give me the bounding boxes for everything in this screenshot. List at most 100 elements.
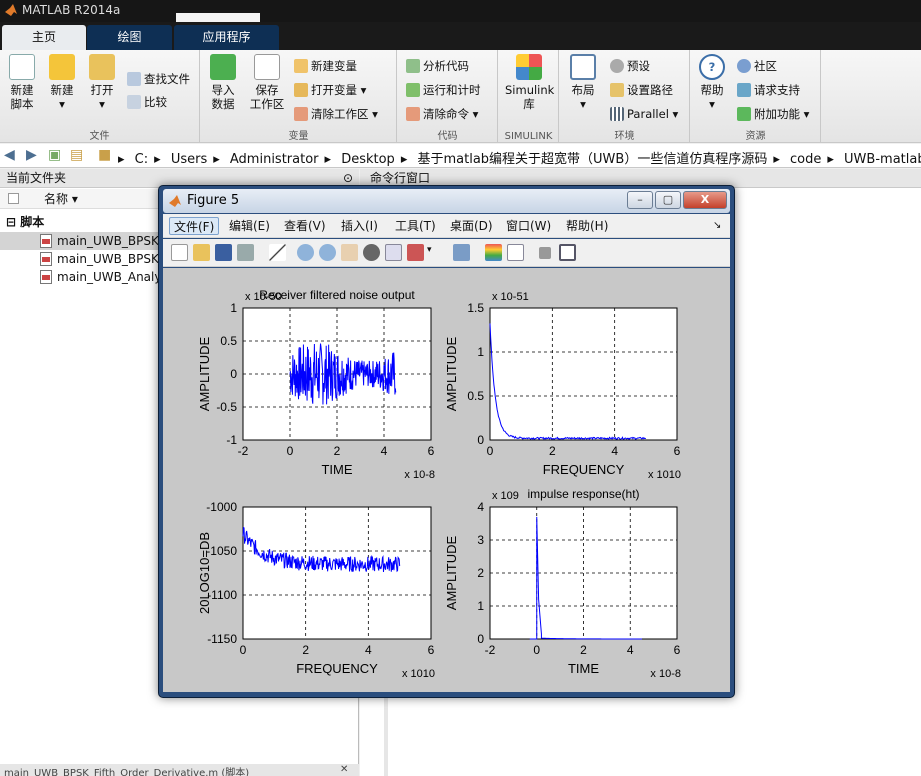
new-figure-icon[interactable] bbox=[171, 244, 188, 261]
addons-button[interactable]: 附加功能 ▾ bbox=[737, 105, 809, 123]
plot-4-ytick-label: 4 bbox=[477, 500, 484, 514]
menu-file[interactable]: 文件(F) bbox=[169, 217, 220, 235]
file-name: main_UWB_BPSK_ bbox=[57, 234, 165, 248]
close-button[interactable]: X bbox=[683, 191, 727, 209]
figure-canvas[interactable]: -2 0 2 4 6 1 0.5 0 -0.5 -1 TIME AMPLITUDE Receiver f… bbox=[163, 268, 730, 692]
menu-insert[interactable]: 插入(I) bbox=[337, 217, 382, 235]
plot-4-xtick-label: 0 bbox=[533, 643, 540, 657]
figure-window[interactable]: Figure 5 – ▢ X 文件(F) 编辑(E) 查看(V) 插入(I) 工… bbox=[158, 185, 735, 698]
community-button[interactable]: 社区 bbox=[737, 57, 777, 75]
parallel-button[interactable]: Parallel ▾ bbox=[610, 105, 678, 123]
file-name: main_UWB_BPSK_ bbox=[57, 252, 165, 266]
group-label-environment: 环境 bbox=[614, 131, 635, 142]
minimize-button[interactable]: – bbox=[627, 191, 653, 209]
help-button[interactable]: ? 帮助 ▾ bbox=[697, 54, 727, 111]
ribbon: 新建 脚本 新建 ▾ 打开 ▾ 查找文件 比较 文件 导入 数据 保存 工作区 新建… bbox=[0, 50, 921, 143]
link-plot-icon[interactable] bbox=[453, 244, 470, 261]
pointer-icon[interactable] bbox=[269, 244, 286, 261]
run-time-label: 运行和计时 bbox=[423, 83, 481, 97]
layout-button[interactable]: 布局 ▾ bbox=[566, 54, 600, 111]
print-icon[interactable] bbox=[237, 244, 254, 261]
dock-arrow-icon[interactable]: ↘ bbox=[709, 217, 725, 235]
save-icon[interactable] bbox=[215, 244, 232, 261]
find-files-icon bbox=[127, 72, 141, 86]
compare-button[interactable]: 比较 bbox=[127, 93, 167, 111]
clear-commands-button[interactable]: 清除命令 ▾ bbox=[406, 105, 478, 123]
menu-help[interactable]: 帮助(H) bbox=[562, 217, 612, 235]
run-time-button[interactable]: 运行和计时 bbox=[406, 81, 481, 99]
open-file-icon[interactable] bbox=[193, 244, 210, 261]
analyze-code-icon bbox=[406, 59, 420, 73]
clear-workspace-button[interactable]: 清除工作区 ▾ bbox=[294, 105, 378, 123]
back-arrow-icon[interactable]: ◀ bbox=[4, 147, 15, 163]
new-script-button[interactable]: 新建 脚本 bbox=[6, 54, 38, 111]
plot-4-xtick-label: 4 bbox=[627, 643, 634, 657]
help-dropdown-icon: ▾ bbox=[709, 97, 715, 111]
ribbon-group-variable: 导入 数据 保存 工作区 新建变量 打开变量 ▾ 清除工作区 ▾ 变量 bbox=[201, 50, 397, 143]
menu-tools[interactable]: 工具(T) bbox=[391, 217, 440, 235]
app-titlebar: MATLAB R2014a bbox=[0, 0, 921, 22]
crumb-3[interactable]: Desktop bbox=[341, 152, 395, 167]
tab-home[interactable]: 主页 bbox=[2, 25, 86, 50]
data-cursor-icon[interactable] bbox=[385, 244, 402, 261]
show-plot-tools-icon[interactable] bbox=[559, 244, 576, 261]
ribbon-group-code: 分析代码 运行和计时 清除命令 ▾ 代码 bbox=[398, 50, 498, 143]
open-variable-button[interactable]: 打开变量 ▾ bbox=[294, 81, 366, 99]
compare-label: 比较 bbox=[144, 95, 167, 109]
collapse-icon[interactable]: ⊟ bbox=[6, 215, 20, 229]
rotate-icon[interactable] bbox=[363, 244, 380, 261]
save-workspace-button[interactable]: 保存 工作区 bbox=[247, 54, 287, 111]
set-path-button[interactable]: 设置路径 bbox=[610, 81, 673, 99]
name-column-header[interactable]: 名称 ▾ bbox=[44, 189, 78, 209]
menu-edit[interactable]: 编辑(E) bbox=[225, 217, 274, 235]
file-row[interactable]: main_UWB_BPSK_ bbox=[40, 250, 165, 268]
group-label-resources: 资源 bbox=[745, 131, 766, 142]
crumb-0[interactable]: C: bbox=[135, 152, 148, 167]
pan-hand-icon[interactable] bbox=[341, 244, 358, 261]
crumb-1[interactable]: Users bbox=[171, 152, 207, 167]
crumb-4[interactable]: 基于matlab编程关于超宽带（UWB）一些信道仿真程序源码 bbox=[417, 152, 767, 167]
addons-label: 附加功能 bbox=[754, 107, 800, 121]
simulink-label: Simulink 库 bbox=[505, 83, 555, 111]
file-name: main_UWB_Analys bbox=[57, 270, 168, 284]
forward-arrow-icon[interactable]: ▶ bbox=[26, 147, 37, 163]
crumb-6[interactable]: UWB-matlab-file bbox=[844, 152, 921, 167]
find-files-button[interactable]: 查找文件 bbox=[127, 70, 190, 88]
group-label-variable: 变量 bbox=[288, 131, 309, 142]
select-all-checkbox[interactable] bbox=[8, 193, 19, 204]
tab-apps[interactable]: 应用程序 bbox=[174, 25, 279, 50]
plot-4-title: impulse response(ht) bbox=[527, 487, 639, 501]
brush-icon[interactable] bbox=[407, 244, 424, 261]
maximize-button[interactable]: ▢ bbox=[655, 191, 681, 209]
crumb-5[interactable]: code bbox=[790, 152, 821, 167]
brush-dropdown-icon[interactable]: ▾ bbox=[427, 245, 432, 255]
command-window-title: 命令行窗口 bbox=[370, 171, 431, 185]
simulink-library-button[interactable]: Simulink 库 bbox=[505, 54, 555, 111]
new-variable-label: 新建变量 bbox=[311, 59, 357, 73]
browse-folder-icon[interactable]: ▤ bbox=[70, 147, 83, 163]
menu-desktop[interactable]: 桌面(D) bbox=[446, 217, 497, 235]
file-row[interactable]: main_UWB_Analys bbox=[40, 268, 168, 286]
colorbar-icon[interactable] bbox=[485, 244, 502, 261]
preferences-button[interactable]: 预设 bbox=[610, 57, 650, 75]
zoom-out-icon[interactable] bbox=[319, 244, 336, 261]
new-button[interactable]: 新建 ▾ bbox=[46, 54, 78, 111]
menu-view[interactable]: 查看(V) bbox=[280, 217, 330, 235]
zoom-in-icon[interactable] bbox=[297, 244, 314, 261]
request-support-button[interactable]: 请求支持 bbox=[737, 81, 800, 99]
group-scripts[interactable]: ⊟ 脚本 bbox=[6, 213, 44, 231]
up-folder-icon[interactable]: ▣ bbox=[48, 147, 61, 163]
crumb-2[interactable]: Administrator bbox=[230, 152, 319, 167]
new-script-label: 新建 脚本 bbox=[10, 83, 34, 111]
import-data-button[interactable]: 导入 数据 bbox=[207, 54, 239, 111]
legend-icon[interactable] bbox=[507, 244, 524, 261]
new-variable-button[interactable]: 新建变量 bbox=[294, 57, 357, 75]
details-bar: main_UWB_BPSK_Fifth_Order_Derivative.m (… bbox=[0, 764, 359, 776]
analyze-code-button[interactable]: 分析代码 bbox=[406, 57, 469, 75]
menu-window[interactable]: 窗口(W) bbox=[502, 217, 555, 235]
details-close-icon[interactable]: ✕ bbox=[340, 764, 348, 775]
figure-titlebar[interactable]: Figure 5 – ▢ X bbox=[163, 189, 730, 213]
tab-plots[interactable]: 绘图 bbox=[87, 25, 172, 50]
open-button[interactable]: 打开 ▾ bbox=[86, 54, 118, 111]
hide-plot-tools-icon[interactable] bbox=[539, 247, 551, 259]
